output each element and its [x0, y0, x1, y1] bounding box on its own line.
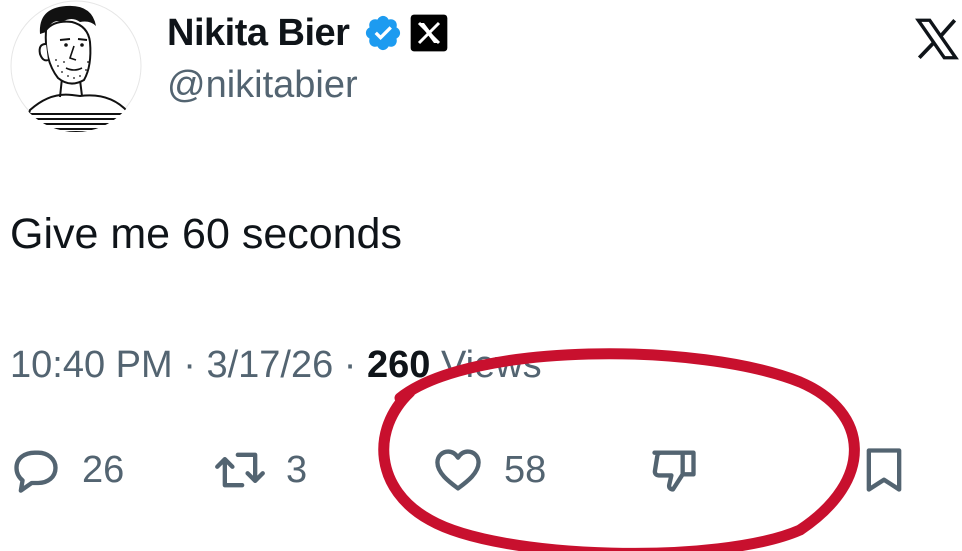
x-logo-icon: [915, 18, 959, 60]
meta-separator: ·: [343, 344, 357, 386]
views-label: Views: [440, 344, 542, 386]
repost-icon: [215, 452, 265, 488]
tweet-date[interactable]: 3/17/26: [206, 344, 333, 386]
reply-button[interactable]: 26: [10, 440, 124, 500]
bookmark-icon: [866, 448, 902, 492]
avatar[interactable]: [10, 0, 142, 132]
repost-count: 3: [286, 448, 308, 491]
like-count: 58: [504, 448, 547, 491]
author-handle[interactable]: @nikitabier: [167, 64, 358, 107]
meta-separator: ·: [183, 344, 196, 386]
views-count: 260: [367, 344, 431, 386]
author-name-row: Nikita Bier: [167, 8, 449, 58]
x-badge-icon: [411, 14, 448, 52]
like-button[interactable]: 58: [432, 440, 546, 500]
bookmark-button[interactable]: [858, 440, 910, 500]
tweet-meta: 10:40 PM · 3/17/26 · 260 Views: [10, 344, 542, 387]
avatar-illustration: [10, 0, 142, 132]
author-display-name[interactable]: Nikita Bier: [167, 12, 350, 55]
repost-button[interactable]: 3: [214, 440, 307, 500]
like-icon: [435, 449, 481, 491]
tweet-time[interactable]: 10:40 PM: [10, 344, 173, 386]
tweet-text: Give me 60 seconds: [10, 210, 402, 258]
dislike-button[interactable]: [648, 440, 700, 500]
reply-count: 26: [82, 448, 125, 491]
reply-icon: [14, 450, 58, 493]
verified-badge-icon: [366, 15, 401, 51]
action-bar: 26 3 58: [0, 440, 962, 500]
dislike-icon: [652, 450, 696, 492]
